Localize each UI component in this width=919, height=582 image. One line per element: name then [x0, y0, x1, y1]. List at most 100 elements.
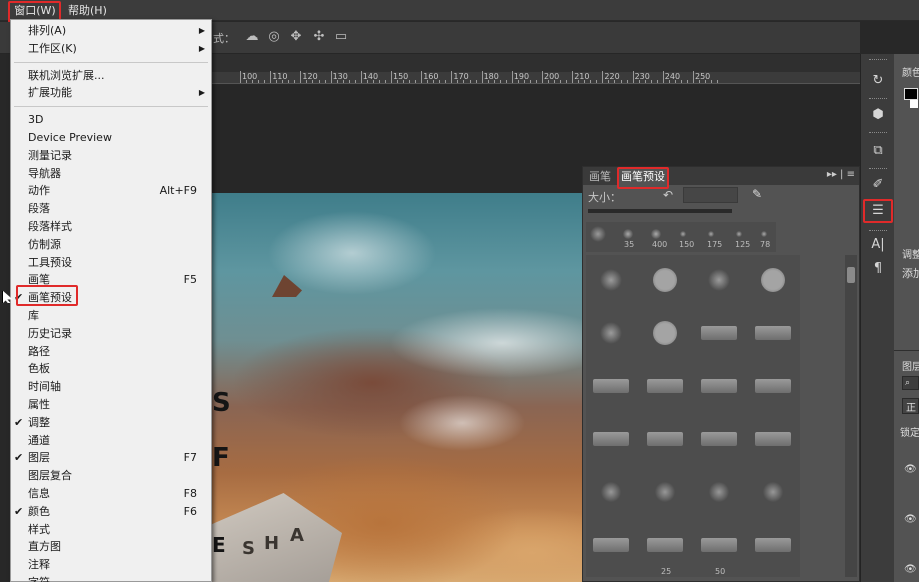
brush-preset-thumbnail[interactable]: [593, 538, 629, 552]
menu-item[interactable]: 属性: [11, 396, 211, 414]
menu-item[interactable]: 字符: [11, 574, 211, 582]
recent-brush-size: 175: [707, 240, 723, 249]
brush-preset-thumbnail[interactable]: [709, 482, 729, 502]
menu-item[interactable]: Device Preview: [11, 129, 211, 147]
brush-preset-thumbnail[interactable]: [600, 269, 622, 291]
layer-visibility-icon[interactable]: 👁: [904, 464, 917, 475]
menu-item[interactable]: 历史记录: [11, 325, 211, 343]
menu-item[interactable]: 库: [11, 307, 211, 325]
menu-item[interactable]: ✔ 图层 F7: [11, 449, 211, 467]
menu-item[interactable]: 样式: [11, 521, 211, 539]
recent-brush-sample[interactable]: [736, 231, 742, 237]
brush-icon[interactable]: ✐: [869, 176, 887, 194]
layer-visibility-icon[interactable]: 👁: [904, 564, 917, 575]
menu-item[interactable]: 导航器: [11, 165, 211, 183]
recent-brush-sample[interactable]: [761, 231, 767, 237]
brush-preset-thumbnail[interactable]: [701, 379, 737, 393]
history-icon[interactable]: ↻: [869, 72, 887, 90]
move-3d-icon[interactable]: ✥: [288, 29, 304, 45]
menu-help[interactable]: 帮助(H): [68, 3, 107, 19]
adjust-panel-title[interactable]: 调整: [902, 246, 919, 261]
foreground-color-swatch[interactable]: [904, 88, 918, 100]
brush-preset-thumbnail[interactable]: [763, 482, 783, 502]
document-photo[interactable]: S F E S H A: [212, 193, 582, 582]
menu-item[interactable]: 直方图: [11, 538, 211, 556]
brush-preset-thumbnail[interactable]: [593, 432, 629, 446]
recent-brush-sample[interactable]: [680, 231, 686, 237]
menu-item[interactable]: 图层复合: [11, 467, 211, 485]
background-color-swatch[interactable]: [910, 100, 918, 108]
recent-brush-sample[interactable]: [651, 229, 661, 239]
scrollbar-thumb[interactable]: [847, 267, 855, 283]
menu-item[interactable]: ✔ 调整: [11, 414, 211, 432]
menu-item[interactable]: 动作 Alt+F9: [11, 182, 211, 200]
ruler-minor-tick: [656, 80, 658, 83]
brush-preset-thumbnail[interactable]: [755, 432, 791, 446]
tab-brush[interactable]: 画笔: [585, 169, 615, 185]
menu-item[interactable]: 注释: [11, 556, 211, 574]
layers-panel-title[interactable]: 图层: [902, 358, 919, 373]
brush-preset-thumbnail[interactable]: [601, 482, 621, 502]
menu-item[interactable]: 信息 F8: [11, 485, 211, 503]
menu-item[interactable]: 通道: [11, 432, 211, 450]
strip-grip[interactable]: [869, 132, 887, 134]
brush-preset-thumbnail[interactable]: [647, 432, 683, 446]
paragraph-icon[interactable]: ¶: [869, 260, 887, 278]
panel-menu-icon[interactable]: ▸▸ | ≡: [827, 169, 855, 180]
recent-brush-sample[interactable]: [708, 231, 714, 237]
menu-item[interactable]: 段落: [11, 200, 211, 218]
brush-preset-thumbnail[interactable]: [647, 379, 683, 393]
layer-search-icon[interactable]: ⌕: [902, 376, 919, 390]
menu-item[interactable]: 测量记录: [11, 147, 211, 165]
brush-preset-thumbnail[interactable]: [655, 482, 675, 502]
menu-item[interactable]: 工具预设: [11, 254, 211, 272]
character-icon[interactable]: A|: [869, 236, 887, 254]
color-panel-title[interactable]: 颜色: [902, 64, 919, 79]
menu-item[interactable]: 联机浏览扩展...: [11, 67, 211, 85]
recent-brush-sample[interactable]: [590, 226, 606, 242]
layer-visibility-icon[interactable]: 👁: [904, 514, 917, 525]
cloud-icon[interactable]: ☁: [244, 29, 260, 45]
size-input[interactable]: [683, 187, 738, 203]
menu-item[interactable]: 路径: [11, 343, 211, 361]
brush-grid-scrollbar[interactable]: [845, 255, 857, 577]
menu-item[interactable]: 段落样式: [11, 218, 211, 236]
pan-icon[interactable]: ✣: [311, 29, 327, 45]
size-slider[interactable]: [588, 209, 732, 213]
menu-item[interactable]: 扩展功能 ▶: [11, 84, 211, 102]
menu-item[interactable]: 仿制源: [11, 236, 211, 254]
brush-preset-thumbnail[interactable]: [593, 379, 629, 393]
brush-preset-thumbnail[interactable]: [701, 432, 737, 446]
brush-preset-thumbnail[interactable]: [755, 379, 791, 393]
new-preset-icon[interactable]: ✎: [749, 187, 765, 203]
recent-brush-sample[interactable]: [623, 229, 633, 239]
brush-preset-thumbnail[interactable]: [600, 322, 622, 344]
blend-mode-select[interactable]: 正常: [902, 398, 919, 414]
brush-preset-thumbnail[interactable]: [653, 268, 677, 292]
clone-source-icon[interactable]: ⧉: [869, 142, 887, 160]
brush-preset-thumbnail[interactable]: [708, 269, 730, 291]
menu-item[interactable]: 3D: [11, 111, 211, 129]
ruler-tick: [240, 71, 241, 83]
brush-preset-thumbnail[interactable]: [653, 321, 677, 345]
brush-preset-thumbnail[interactable]: [647, 538, 683, 552]
target-icon[interactable]: ◎: [266, 29, 282, 45]
brush-preset-thumbnail[interactable]: [701, 326, 737, 340]
strip-grip[interactable]: [869, 59, 887, 61]
strip-grip[interactable]: [869, 98, 887, 100]
menu-item-shortcut: F8: [183, 487, 197, 500]
brush-preset-thumbnail[interactable]: [761, 268, 785, 292]
camera-icon[interactable]: ▭: [333, 29, 349, 45]
menu-item[interactable]: 色板: [11, 360, 211, 378]
brush-preset-thumbnail[interactable]: [701, 538, 737, 552]
menu-item[interactable]: 排列(A) ▶: [11, 22, 211, 40]
menu-item[interactable]: 工作区(K) ▶: [11, 40, 211, 58]
brush-preset-thumbnail[interactable]: [755, 538, 791, 552]
strip-grip[interactable]: [869, 230, 887, 232]
menu-item[interactable]: 时间轴: [11, 378, 211, 396]
reset-size-icon[interactable]: ↶: [663, 188, 673, 202]
3d-icon[interactable]: ⬢: [869, 106, 887, 124]
brush-preset-thumbnail[interactable]: [755, 326, 791, 340]
menu-item[interactable]: ✔ 颜色 F6: [11, 503, 211, 521]
strip-grip[interactable]: [869, 168, 887, 170]
